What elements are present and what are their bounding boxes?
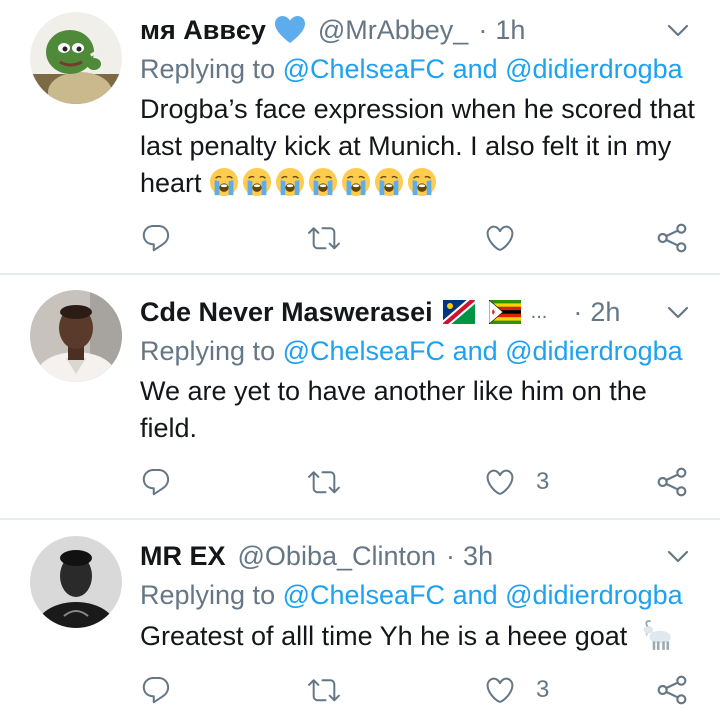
- tweet-header: мя Аввєу @MrAbbey_ · 1h: [140, 10, 525, 50]
- goat-emoji-icon: [641, 618, 675, 652]
- mention-didierdrogba[interactable]: @didierdrogba: [505, 336, 683, 366]
- zimbabwe-flag-emoji-icon: [488, 300, 521, 324]
- tweet-header: Cde Never Maswerasei ... · 2h: [140, 292, 620, 332]
- tweet-text: We are yet to have another like him on t…: [140, 376, 647, 443]
- mention-chelseafc[interactable]: @ChelseaFC: [283, 336, 445, 366]
- crying-face-emoji-icon: [209, 167, 239, 197]
- and-word: and: [445, 580, 506, 610]
- caret-down-icon[interactable]: [666, 18, 690, 42]
- separator-dot: ·: [573, 296, 583, 327]
- replying-prefix: Replying to: [140, 580, 283, 610]
- tweet-actions: 3: [140, 462, 700, 502]
- mention-chelseafc[interactable]: @ChelseaFC: [283, 54, 445, 84]
- tweet-actions: [140, 218, 700, 258]
- truncated-ellipsis: ...: [530, 300, 548, 323]
- tweet-header: MR EX @Obiba_Clinton · 3h: [140, 536, 493, 576]
- like-icon: [484, 466, 516, 498]
- caret-down-icon[interactable]: [666, 300, 690, 324]
- replying-prefix: Replying to: [140, 54, 283, 84]
- tweet-text: Greatest of alll time Yh he is a heee go…: [140, 618, 700, 655]
- mention-chelseafc[interactable]: @ChelseaFC: [283, 580, 445, 610]
- avatar-cde-never-maswerasei[interactable]: [30, 290, 122, 382]
- retweet-icon: [308, 222, 340, 254]
- retweet-icon: [308, 466, 340, 498]
- like-icon: [484, 222, 516, 254]
- crying-face-emoji-icon: [275, 167, 305, 197]
- namibia-flag-emoji-icon: [442, 300, 475, 324]
- blue-heart-emoji-icon: [274, 15, 306, 45]
- replying-to: Replying to @ChelseaFC and @didierdrogba: [140, 54, 683, 85]
- replying-prefix: Replying to: [140, 336, 283, 366]
- reply-icon: [140, 466, 172, 498]
- tweet-time[interactable]: 2h: [590, 297, 620, 328]
- share-icon: [656, 222, 688, 254]
- divider: [0, 273, 720, 275]
- retweet-button[interactable]: [308, 670, 340, 710]
- like-count: 3: [536, 676, 550, 703]
- mention-didierdrogba[interactable]: @didierdrogba: [505, 54, 683, 84]
- tweet-time[interactable]: 1h: [495, 15, 525, 46]
- tweet-1[interactable]: мя Аввєу @MrAbbey_ · 1h Replying to @Che…: [0, 0, 720, 272]
- and-word: and: [445, 54, 506, 84]
- separator-dot: ·: [478, 14, 488, 45]
- tweet-actions: 3: [140, 670, 700, 710]
- tweet-3[interactable]: MR EX @Obiba_Clinton · 3h Replying to @C…: [0, 520, 720, 707]
- separator-dot: ·: [446, 540, 456, 571]
- retweet-button[interactable]: [308, 462, 340, 502]
- like-button[interactable]: [484, 218, 536, 258]
- like-button[interactable]: 3: [484, 462, 549, 502]
- reply-icon: [140, 674, 172, 706]
- and-word: and: [445, 336, 506, 366]
- crying-face-emoji-icon: [308, 167, 338, 197]
- replying-to: Replying to @ChelseaFC and @didierdrogba: [140, 336, 683, 367]
- author-name[interactable]: Cde Never Maswerasei: [140, 297, 433, 328]
- author-name[interactable]: MR EX: [140, 541, 226, 572]
- reply-button[interactable]: [140, 670, 172, 710]
- reply-button[interactable]: [140, 218, 172, 258]
- replying-to: Replying to @ChelseaFC and @didierdrogba: [140, 580, 683, 611]
- crying-face-emoji-icon: [374, 167, 404, 197]
- share-button[interactable]: [656, 670, 688, 710]
- author-handle[interactable]: @Obiba_Clinton: [238, 541, 437, 572]
- tweet-text-content: Greatest of alll time Yh he is a heee go…: [140, 621, 628, 651]
- tweet-2[interactable]: Cde Never Maswerasei ... · 2h Replying t…: [0, 276, 720, 516]
- crying-face-emoji-icon: [242, 167, 272, 197]
- avatar-mr-ex[interactable]: [30, 536, 122, 628]
- share-icon: [656, 466, 688, 498]
- crying-face-emoji-icon: [341, 167, 371, 197]
- retweet-icon: [308, 674, 340, 706]
- share-icon: [656, 674, 688, 706]
- crying-emojis: [209, 168, 440, 198]
- caret-down-icon[interactable]: [666, 544, 690, 568]
- crying-face-emoji-icon: [407, 167, 437, 197]
- author-name[interactable]: мя Аввєу: [140, 15, 266, 46]
- like-button[interactable]: 3: [484, 670, 549, 710]
- author-handle[interactable]: @MrAbbey_: [318, 15, 468, 46]
- share-button[interactable]: [656, 462, 688, 502]
- tweet-time[interactable]: 3h: [463, 541, 493, 572]
- avatar-mrabbey[interactable]: [30, 12, 122, 104]
- retweet-button[interactable]: [308, 218, 340, 258]
- tweet-text: Drogba’s face expression when he scored …: [140, 91, 700, 202]
- reply-button[interactable]: [140, 462, 172, 502]
- mention-didierdrogba[interactable]: @didierdrogba: [505, 580, 683, 610]
- share-button[interactable]: [656, 218, 688, 258]
- like-count: 3: [536, 468, 550, 495]
- reply-icon: [140, 222, 172, 254]
- like-icon: [484, 674, 516, 706]
